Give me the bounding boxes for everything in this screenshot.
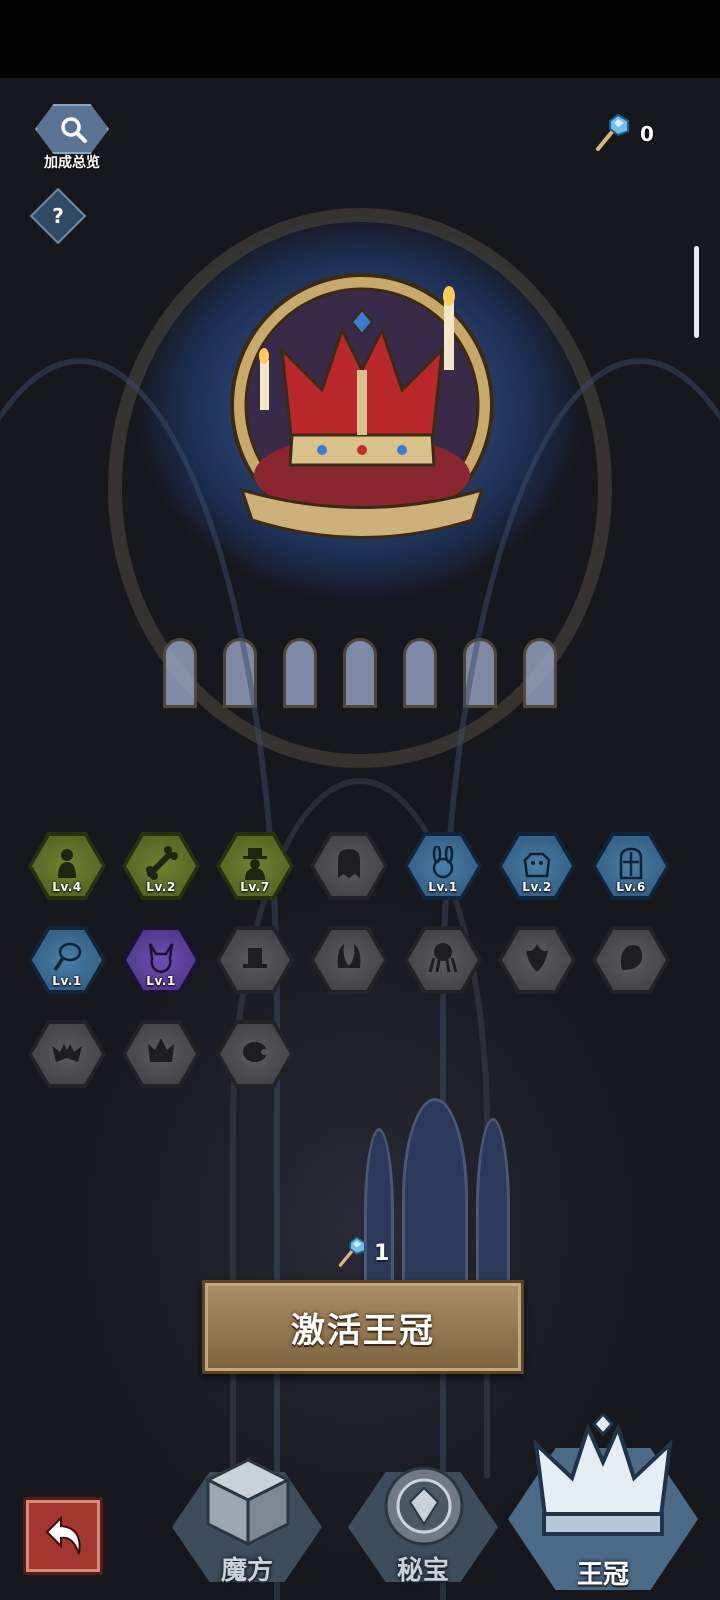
pig-icon	[243, 1042, 269, 1062]
tab-cube-label: 魔方	[220, 1556, 273, 1586]
crown-slot-face	[502, 930, 572, 990]
gem-medallion-icon	[384, 1466, 464, 1546]
horned-demon-icon	[148, 943, 174, 974]
crown-slot-face	[220, 1024, 290, 1084]
bone-icon	[146, 846, 178, 880]
horns-icon	[337, 944, 361, 968]
currency-value: 0	[640, 122, 654, 146]
crown-slot-face	[596, 930, 666, 990]
rabbit-icon	[432, 846, 454, 879]
crown-slot-face	[126, 1024, 196, 1084]
ogre-icon	[523, 852, 551, 878]
meat-club-icon	[53, 942, 82, 971]
activation-cost-value: 1	[374, 1240, 390, 1266]
octopus-icon	[428, 943, 458, 973]
gothic-window	[476, 1118, 510, 1298]
back-button[interactable]	[26, 1500, 100, 1572]
tab-crown[interactable]: 王冠	[508, 1414, 698, 1594]
activation-cost: 1	[334, 1236, 389, 1270]
activate-crown-button[interactable]: 激活王冠	[202, 1280, 524, 1374]
spirit-icon	[620, 945, 642, 970]
gothic-window	[402, 1098, 468, 1298]
ghost-icon	[338, 849, 360, 878]
bonus-overview-button[interactable]: 加成总览	[30, 104, 114, 172]
gothic-window	[364, 1128, 394, 1298]
crown-icon	[148, 1038, 174, 1062]
status-bar-area	[0, 0, 720, 78]
help-question-icon: ?	[52, 204, 64, 228]
gem-scepter-icon	[338, 1236, 366, 1267]
crown-slot-face	[408, 930, 478, 990]
tab-crown-label: 王冠	[576, 1560, 629, 1590]
tab-cube[interactable]: 魔方	[172, 1452, 322, 1592]
crown-slot-face	[314, 930, 384, 990]
crown-emblem	[222, 270, 502, 560]
knight-helmet-icon	[619, 847, 643, 880]
bat-icon	[52, 1044, 82, 1062]
gem-scepter-icon	[596, 113, 629, 151]
scrollbar[interactable]	[694, 246, 699, 338]
tab-treasure[interactable]: 秘宝	[348, 1452, 498, 1592]
cube-icon	[204, 1458, 292, 1547]
flame-crest-icon	[526, 944, 548, 972]
crown-slot-face	[314, 836, 384, 896]
currency-display: 0	[590, 113, 654, 154]
hat-man-icon	[243, 848, 267, 880]
crown-slot-face	[32, 1024, 102, 1084]
magnifier-sparkle-icon	[35, 104, 109, 154]
activate-crown-label: 激活王冠	[291, 1310, 435, 1351]
crown-icon	[533, 1414, 673, 1536]
crown-slot-face	[220, 930, 290, 990]
silhouette-figure-icon	[58, 849, 76, 878]
back-arrow-icon	[45, 1515, 81, 1555]
magic-hat-icon	[243, 948, 267, 968]
bonus-overview-label: 加成总览	[44, 155, 100, 171]
tab-treasure-label: 秘宝	[396, 1556, 449, 1586]
